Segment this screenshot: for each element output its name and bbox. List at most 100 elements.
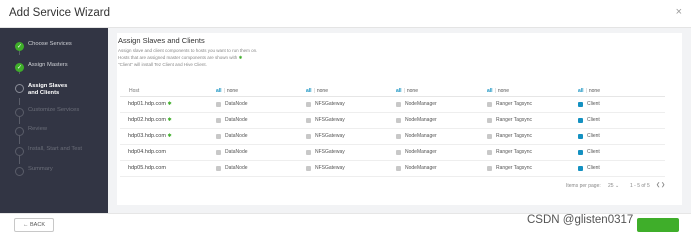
checkbox-icon[interactable] — [396, 165, 401, 171]
checkbox-checked-icon[interactable] — [578, 133, 583, 139]
host-label: hdp03.hdp.com — [128, 133, 166, 139]
component-checkbox-datanode[interactable]: DataNode — [216, 149, 248, 155]
component-checkbox-ranger-tagsync[interactable]: Ranger Tagsync — [487, 101, 532, 107]
select-none-link[interactable]: none — [589, 88, 600, 94]
checkbox-icon[interactable] — [306, 133, 311, 139]
component-label: Ranger Tagsync — [496, 149, 533, 155]
column-header-host: Host — [129, 88, 140, 94]
component-checkbox-ranger-tagsync[interactable]: Ranger Tagsync — [487, 117, 532, 123]
select-none-link[interactable]: none — [317, 88, 328, 94]
step-circle-icon — [15, 167, 24, 176]
component-checkbox-client[interactable]: Client — [578, 133, 600, 139]
wizard-sidebar: ✓ Choose Services ✓ Assign Masters Assig… — [0, 28, 108, 213]
next-page-icon[interactable]: ❯ — [661, 182, 665, 188]
checkbox-checked-icon[interactable] — [578, 117, 583, 123]
component-label: NFSGateway — [315, 117, 345, 123]
component-label: DataNode — [225, 133, 248, 139]
checkbox-icon[interactable] — [216, 149, 221, 155]
master-marker-icon: ✱ — [238, 55, 243, 60]
component-checkbox-client[interactable]: Client — [578, 165, 600, 171]
select-all-link[interactable]: all — [487, 88, 493, 94]
component-label: NodeManager — [405, 101, 437, 107]
component-checkbox-nodemanager[interactable]: NodeManager — [396, 133, 437, 139]
component-checkbox-nfsgateway[interactable]: NFSGateway — [306, 133, 345, 139]
component-checkbox-datanode[interactable]: DataNode — [216, 133, 248, 139]
master-marker-icon: ✱ — [167, 133, 172, 139]
table-row: hdp04.hdp.com DataNode NFSGateway NodeMa… — [120, 145, 665, 161]
checkbox-icon[interactable] — [306, 117, 311, 123]
select-all-link[interactable]: all — [216, 88, 222, 94]
sidebar-step-install-start-test: Install, Start and Test — [15, 146, 82, 160]
next-button[interactable] — [637, 218, 679, 232]
prev-page-icon[interactable]: ❮ — [656, 182, 660, 188]
component-checkbox-ranger-tagsync[interactable]: Ranger Tagsync — [487, 165, 532, 171]
host-label: hdp04.hdp.com — [128, 149, 166, 155]
watermark: CSDN @glisten0317 — [527, 214, 634, 226]
checkbox-checked-icon[interactable] — [578, 165, 583, 171]
checkbox-icon[interactable] — [216, 117, 221, 123]
component-checkbox-datanode[interactable]: DataNode — [216, 101, 248, 107]
checkbox-icon[interactable] — [306, 165, 311, 171]
checkbox-icon[interactable] — [216, 165, 221, 171]
component-label: NFSGateway — [315, 133, 345, 139]
component-checkbox-client[interactable]: Client — [578, 117, 600, 123]
component-label: Client — [587, 149, 600, 155]
component-checkbox-nodemanager[interactable]: NodeManager — [396, 117, 437, 123]
checkbox-icon[interactable] — [487, 117, 492, 123]
back-button[interactable]: ← BACK — [14, 218, 54, 232]
column-header-nfsgateway: all | none — [306, 88, 328, 94]
component-checkbox-datanode[interactable]: DataNode — [216, 165, 248, 171]
sidebar-step-assign-slaves[interactable]: Assign Slaves and Clients — [15, 83, 74, 97]
component-checkbox-datanode[interactable]: DataNode — [216, 117, 248, 123]
checkbox-checked-icon[interactable] — [578, 149, 583, 155]
table-row: hdp02.hdp.com ✱ DataNode NFSGateway Node… — [120, 113, 665, 129]
select-all-link[interactable]: all — [578, 88, 584, 94]
sidebar-step-choose-services[interactable]: ✓ Choose Services — [15, 41, 72, 55]
checkbox-checked-icon[interactable] — [578, 101, 583, 107]
step-circle-icon — [15, 84, 24, 93]
component-checkbox-nfsgateway[interactable]: NFSGateway — [306, 101, 345, 107]
checkbox-icon[interactable] — [216, 133, 221, 139]
component-checkbox-nodemanager[interactable]: NodeManager — [396, 149, 437, 155]
checkbox-icon[interactable] — [487, 149, 492, 155]
checkbox-icon[interactable] — [487, 133, 492, 139]
add-service-wizard-modal: Add Service Wizard × ✓ Choose Services ✓… — [0, 0, 691, 240]
checkbox-icon[interactable] — [306, 101, 311, 107]
component-checkbox-client[interactable]: Client — [578, 101, 600, 107]
component-label: NFSGateway — [315, 149, 345, 155]
component-checkbox-nfsgateway[interactable]: NFSGateway — [306, 117, 345, 123]
checkbox-icon[interactable] — [396, 117, 401, 123]
host-name: hdp05.hdp.com — [128, 165, 166, 171]
component-label: NodeManager — [405, 165, 437, 171]
component-checkbox-ranger-tagsync[interactable]: Ranger Tagsync — [487, 133, 532, 139]
checkbox-icon[interactable] — [487, 165, 492, 171]
checkbox-icon[interactable] — [216, 101, 221, 107]
select-all-link[interactable]: all — [306, 88, 312, 94]
component-checkbox-nfsgateway[interactable]: NFSGateway — [306, 165, 345, 171]
page-title: Assign Slaves and Clients — [118, 36, 205, 45]
checkbox-icon[interactable] — [487, 101, 492, 107]
column-header-nodemanager: all | none — [396, 88, 418, 94]
component-label: NodeManager — [405, 117, 437, 123]
select-all-link[interactable]: all — [396, 88, 402, 94]
close-icon[interactable]: × — [676, 6, 682, 18]
select-none-link[interactable]: none — [227, 88, 238, 94]
items-per-page-select[interactable]: 25 ⌄ — [608, 183, 619, 189]
checkbox-icon[interactable] — [396, 101, 401, 107]
component-checkbox-client[interactable]: Client — [578, 149, 600, 155]
component-checkbox-nodemanager[interactable]: NodeManager — [396, 101, 437, 107]
check-icon: ✓ — [15, 63, 24, 72]
sidebar-step-assign-masters[interactable]: ✓ Assign Masters — [15, 62, 68, 76]
pagination-range: 1 - 5 of 5 — [630, 183, 650, 189]
checkbox-icon[interactable] — [396, 149, 401, 155]
table-row: hdp03.hdp.com ✱ DataNode NFSGateway Node… — [120, 129, 665, 145]
component-checkbox-ranger-tagsync[interactable]: Ranger Tagsync — [487, 149, 532, 155]
component-checkbox-nodemanager[interactable]: NodeManager — [396, 165, 437, 171]
component-checkbox-nfsgateway[interactable]: NFSGateway — [306, 149, 345, 155]
checkbox-icon[interactable] — [306, 149, 311, 155]
host-name: hdp01.hdp.com ✱ — [128, 101, 172, 107]
component-label: Client — [587, 117, 600, 123]
select-none-link[interactable]: none — [498, 88, 509, 94]
checkbox-icon[interactable] — [396, 133, 401, 139]
select-none-link[interactable]: none — [407, 88, 418, 94]
